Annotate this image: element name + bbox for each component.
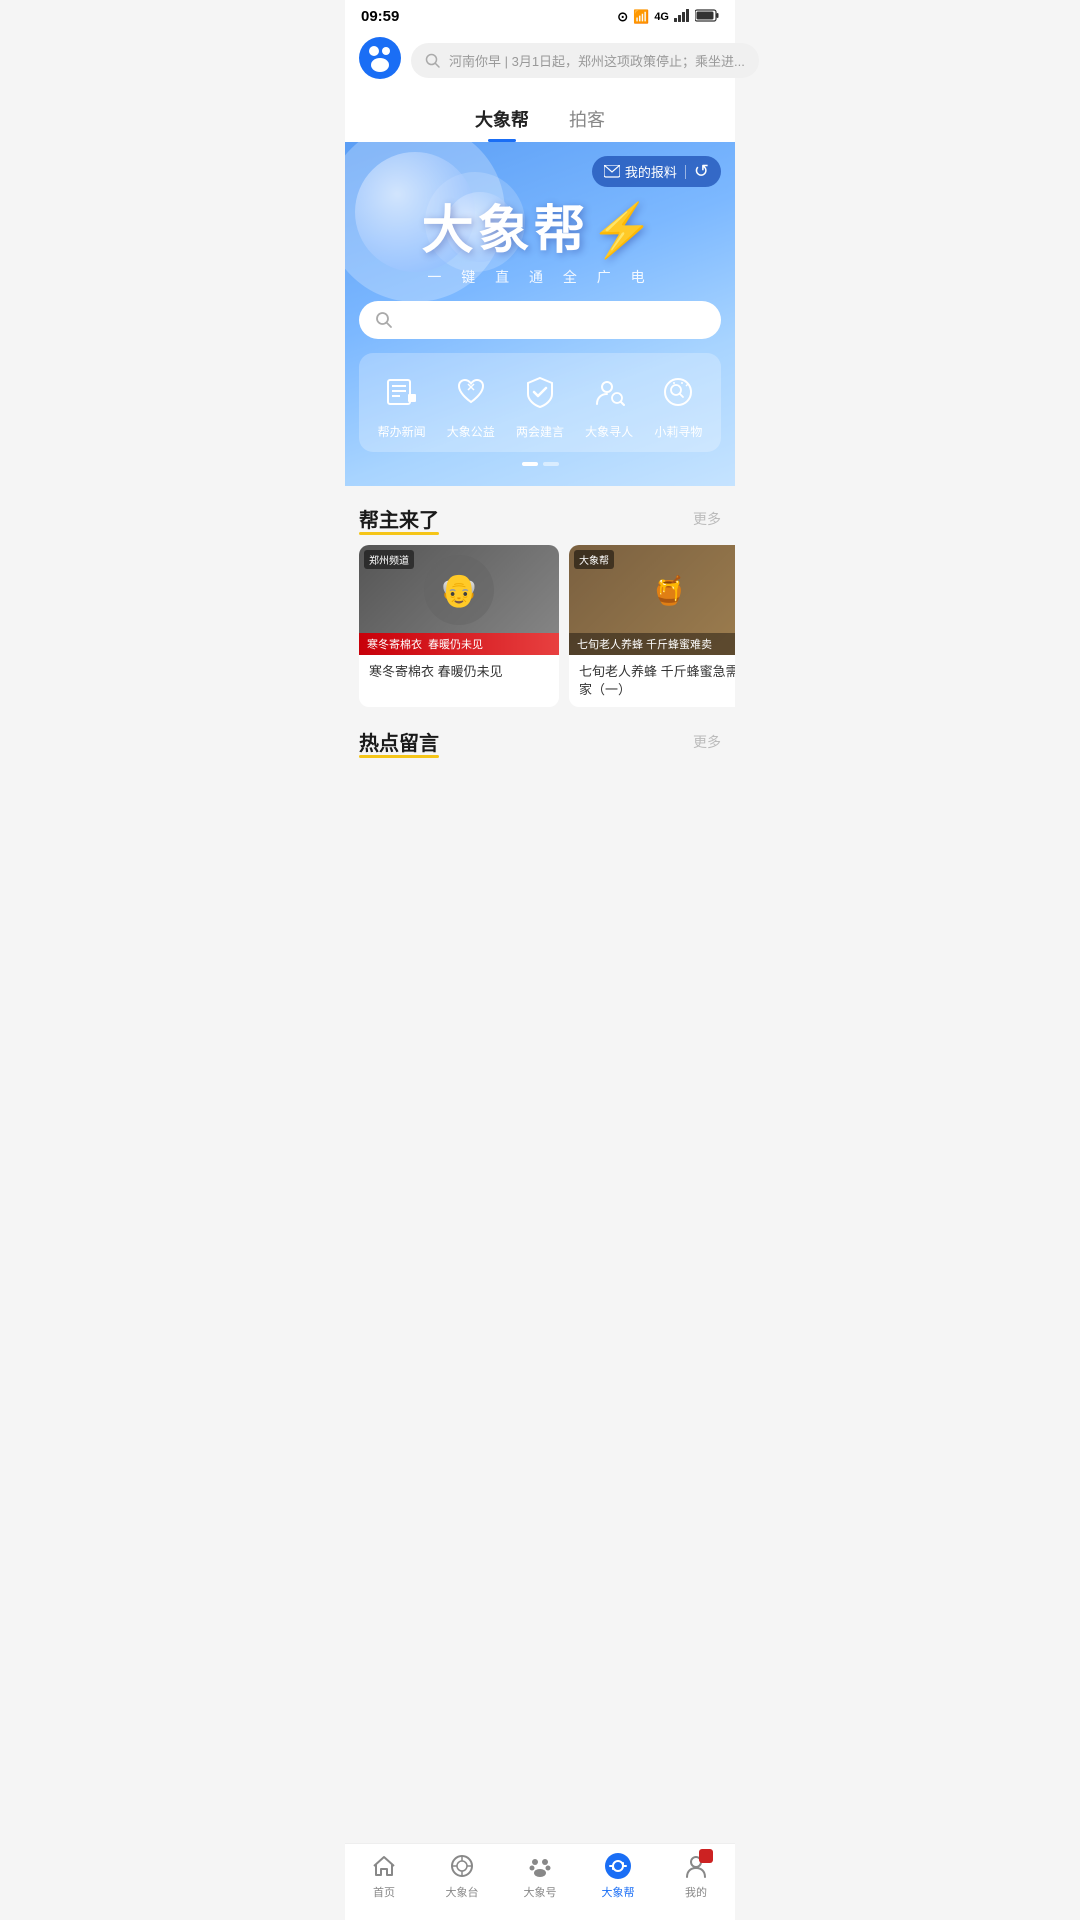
banner-search-bar[interactable] (359, 301, 721, 339)
help-section-title: 帮主来了 (359, 504, 439, 533)
category-xiaoli-xunwu[interactable]: 小莉寻物 (654, 369, 702, 440)
bangban-label: 帮办新闻 (378, 423, 426, 440)
lightning-icon: ⚡ (590, 202, 659, 260)
news-thumb-1: 郑州频道 👴 寒冬寄棉衣 春暖仍未见 (359, 545, 559, 655)
person-search-icon (591, 374, 627, 410)
xunwu-icon-wrap (655, 369, 701, 415)
dot-1 (522, 462, 538, 466)
help-more-button[interactable]: 更多 (693, 509, 721, 529)
xunwu-label: 小莉寻物 (654, 423, 702, 440)
paw-icon (526, 1852, 554, 1880)
nav-daxiangbang[interactable]: 大象帮 (588, 1852, 648, 1900)
4g-icon: 4G (654, 11, 669, 23)
person-icon (682, 1852, 710, 1880)
banner-search-icon (375, 311, 393, 329)
hot-more-button[interactable]: 更多 (693, 732, 721, 752)
xunren-label: 大象寻人 (585, 423, 633, 440)
lianghui-icon-wrap (517, 369, 563, 415)
header: 河南你早 | 3月1日起，郑州这项政策停止；乘坐进... (345, 29, 735, 96)
search-text: 河南你早 | 3月1日起，郑州这项政策停止；乘坐进... (449, 51, 745, 70)
category-grid: 帮办新闻 大象公益 两会建言 (359, 353, 721, 452)
nav-home[interactable]: 首页 (354, 1852, 414, 1900)
nav-daxiangtai[interactable]: 大象台 (432, 1852, 492, 1900)
category-bangban-xinwen[interactable]: 帮办新闻 (378, 369, 426, 440)
tabs-container: 大象帮 拍客 (345, 96, 735, 142)
nav-mine[interactable]: 我的 (666, 1852, 726, 1900)
banner-main-title: 大象帮⚡ (359, 188, 721, 263)
dot-2 (543, 462, 559, 466)
nav-daxiangtai-label: 大象台 (446, 1884, 479, 1900)
news-cards-scroll[interactable]: 郑州频道 👴 寒冬寄棉衣 春暖仍未见 寒冬寄棉衣 春暖仍未见 大象帮 🍯 七旬老… (345, 545, 735, 723)
badge-text-1a: 寒冬寄棉衣 (367, 636, 422, 652)
search-circle-icon (660, 374, 696, 410)
news-card-1[interactable]: 郑州频道 👴 寒冬寄棉衣 春暖仍未见 寒冬寄棉衣 春暖仍未见 (359, 545, 559, 707)
category-daxiang-gongyi[interactable]: 大象公益 (447, 369, 495, 440)
spacer-bottom (345, 768, 735, 848)
nav-daxianghao-label: 大象号 (524, 1884, 557, 1900)
report-label: 我的报料 (625, 162, 677, 181)
mine-badge (699, 1849, 713, 1863)
nav-home-label: 首页 (373, 1884, 395, 1900)
nav-daxiangbang-label: 大象帮 (602, 1884, 635, 1900)
banner-title-area: 大象帮⚡ 一 键 直 通 全 广 电 (359, 188, 721, 287)
home-icon (370, 1852, 398, 1880)
tab-daxiangbang[interactable]: 大象帮 (475, 100, 529, 142)
refresh-button[interactable]: ↺ (694, 161, 709, 182)
wifi-icon: 📶 (633, 9, 649, 25)
tab-pake[interactable]: 拍客 (569, 100, 605, 142)
banner-top-right[interactable]: 我的报料 ↺ (592, 156, 721, 187)
dots-indicator (359, 462, 721, 466)
nav-mine-label: 我的 (685, 1884, 707, 1900)
news-card-text-1: 寒冬寄棉衣 春暖仍未见 (359, 655, 559, 689)
daxiangtai-icon (448, 1852, 476, 1880)
gongyi-label: 大象公益 (447, 423, 495, 440)
banner-subtitle: 一 键 直 通 全 广 电 (359, 267, 721, 287)
news-card-2[interactable]: 大象帮 🍯 七旬老人养蜂 千斤蜂蜜难卖 七旬老人养蜂 千斤蜂蜜急需买家（一） (569, 545, 735, 707)
badge-text-1b: 春暖仍未见 (428, 636, 483, 652)
bottom-nav: 首页 大象台 大象号 (345, 1843, 735, 1920)
logo[interactable] (359, 37, 401, 84)
news-card-text-2: 七旬老人养蜂 千斤蜂蜜急需买家（一） (569, 655, 735, 707)
category-lianghui[interactable]: 两会建言 (516, 369, 564, 440)
banner-section: 我的报料 ↺ 大象帮⚡ 一 键 直 通 全 广 电 (345, 142, 735, 486)
banner-divider (685, 165, 686, 179)
status-time: 09:59 (361, 8, 399, 25)
xunren-icon-wrap (586, 369, 632, 415)
shield-check-icon (522, 374, 558, 410)
signal-icon (674, 9, 690, 25)
nav-daxianghao[interactable]: 大象号 (510, 1852, 570, 1900)
news-badge-2: 七旬老人养蜂 千斤蜂蜜难卖 (569, 633, 735, 655)
report-button[interactable]: 我的报料 (604, 162, 677, 181)
hot-section-header: 热点留言 更多 (345, 723, 735, 768)
bangban-icon-wrap (379, 369, 425, 415)
news-icon (384, 374, 420, 410)
help-section-header: 帮主来了 更多 (345, 486, 735, 545)
gongyi-icon-wrap (448, 369, 494, 415)
search-bar[interactable]: 河南你早 | 3月1日起，郑州这项政策停止；乘坐进... (411, 43, 759, 78)
refresh-circle-icon (604, 1852, 632, 1880)
battery-icon (695, 9, 719, 25)
lianghui-label: 两会建言 (516, 423, 564, 440)
heart-icon (453, 374, 489, 410)
news-thumb-2: 大象帮 🍯 七旬老人养蜂 千斤蜂蜜难卖 (569, 545, 735, 655)
hot-section-title: 热点留言 (359, 727, 439, 756)
category-daxiang-xunren[interactable]: 大象寻人 (585, 369, 633, 440)
news-badge-1: 寒冬寄棉衣 春暖仍未见 (359, 633, 559, 655)
search-icon (425, 53, 441, 69)
status-bar: 09:59 ⊙ 📶 4G (345, 0, 735, 29)
envelope-icon (604, 165, 620, 179)
status-icons: ⊙ 📶 4G (617, 9, 719, 25)
cast-icon: ⊙ (617, 9, 628, 25)
